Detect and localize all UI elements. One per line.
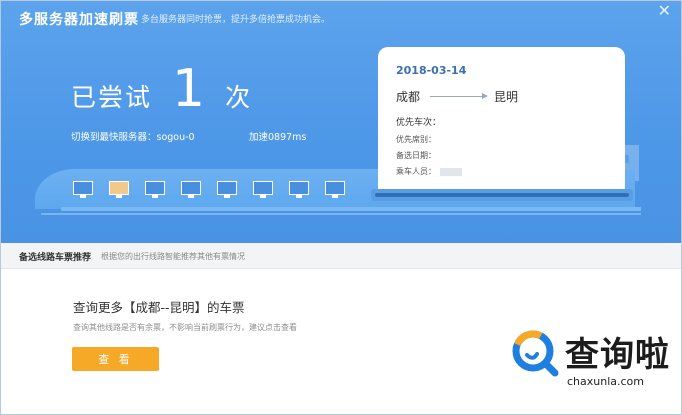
server-window-icon [181,181,201,198]
ticket-date: 2018-03-14 [396,64,467,77]
watermark-url: chaxunla.com [567,375,644,388]
server-window-icon [289,181,309,198]
train-windows [73,181,345,198]
window-subtitle: 多台服务器同时抢票，提升多倍抢票成功机会。 [141,15,331,25]
ticket-alt-date: 备选日期： [396,151,436,160]
ticket-printer-slot [375,193,629,197]
ticket-passengers: 乘车人员： [396,167,436,176]
view-button[interactable]: 查 看 [72,347,159,371]
server-window-icon [109,181,129,198]
watermark-name: 查询啦 [565,335,670,375]
query-desc: 查询其他线路是否有余票，不影响当前刷票行为，建议点击查看 [73,323,297,332]
attempt-count: 1 [172,59,206,119]
ticket-passengers-row: 乘车人员： [396,166,462,177]
arrow-right-icon [430,93,489,99]
passenger-name-redacted [440,167,462,176]
train-rail [41,213,641,215]
attempt-counter: 已尝试 1 次 [71,63,250,115]
server-window-icon [145,181,165,198]
server-window-icon [253,181,273,198]
close-icon[interactable]: ✕ [658,3,671,19]
watermark: 查询啦 chaxunla.com [509,323,677,403]
server-window-icon [73,181,93,198]
status-banner: 多服务器加速刷票 多台服务器同时抢票，提升多倍抢票成功机会。 ✕ 已尝试 1 次… [1,1,681,243]
ticket-card: 2018-03-14 成都 昆明 优先车次： 优先席别： 备选日期： 乘车人员： [378,47,625,189]
ticket-preferred-train: 优先车次： [396,118,442,128]
ticket-from: 成都 [396,90,421,104]
server-window-icon [325,181,345,198]
speed-status: 加速0897ms [249,132,307,143]
ticket-to: 昆明 [494,90,519,104]
recommend-bar: 备选线路车票推荐 根据您的出行线路智能推荐其他有票情况 [1,243,681,269]
server-window-icon [217,181,237,198]
ticket-route: 成都 昆明 [396,88,518,105]
recommend-title: 备选线路车票推荐 [19,253,92,263]
ticket-preferred-seat: 优先席别： [396,135,436,144]
recommend-desc: 根据您的出行线路智能推荐其他有票情况 [101,252,245,261]
ticket-accelerate-window: 多服务器加速刷票 多台服务器同时抢票，提升多倍抢票成功机会。 ✕ 已尝试 1 次… [0,0,682,415]
attempt-prefix: 已尝试 [71,83,153,112]
train-stripe [61,207,641,211]
server-status: 切换到最快服务器：sogou-0 [71,132,195,143]
query-title: 查询更多【成都--昆明】的车票 [73,300,245,315]
attempt-suffix: 次 [225,83,251,112]
search-logo-icon [512,330,559,377]
window-title: 多服务器加速刷票 [19,12,139,28]
